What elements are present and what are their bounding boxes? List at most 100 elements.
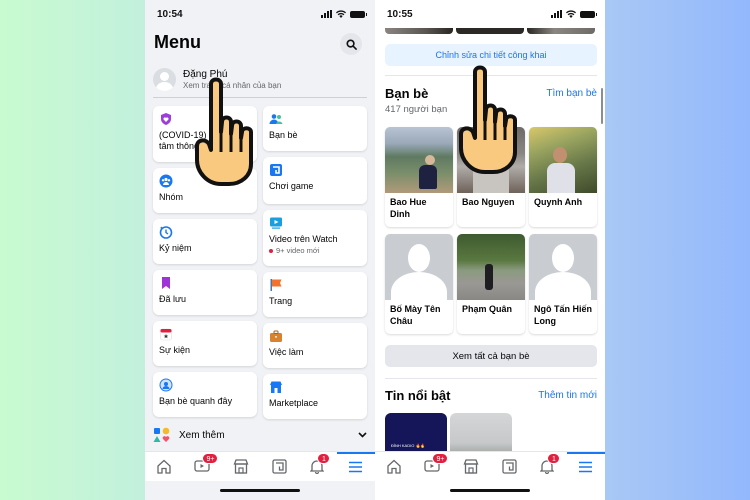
friend-name: Bao Hue Dinh xyxy=(390,197,427,219)
find-friends-link[interactable]: Tìm bạn bè xyxy=(546,88,597,99)
tab-menu[interactable] xyxy=(336,451,375,479)
tab-gaming[interactable] xyxy=(267,455,291,479)
friend-card[interactable]: Quynh Anh xyxy=(529,127,597,227)
friend-card[interactable]: Bố Mày Tên Châu xyxy=(385,234,453,334)
signal-icon xyxy=(551,10,562,18)
notifications-badge: 1 xyxy=(317,452,331,464)
home-icon xyxy=(157,459,171,474)
see-more-label: Xem thêm xyxy=(179,429,225,441)
menu-icon xyxy=(579,461,593,472)
status-time: 10:54 xyxy=(157,8,183,20)
add-featured-link[interactable]: Thêm tin mới xyxy=(538,390,597,401)
shortcut-marketplace[interactable]: Marketplace xyxy=(263,374,367,419)
default-avatar xyxy=(385,234,453,300)
shortcut-label: Đã lưu xyxy=(159,294,187,304)
watch-badge: 9+ xyxy=(432,452,449,464)
shortcut-memories[interactable]: Kỷ niệm xyxy=(153,219,257,264)
tab-menu[interactable] xyxy=(566,451,605,479)
friends-section-title: Bạn bè xyxy=(385,86,429,101)
tab-home[interactable] xyxy=(152,455,176,479)
see-more-button[interactable]: Xem thêm xyxy=(153,423,367,447)
friend-name: Quynh Anh xyxy=(534,197,583,207)
friends-icon xyxy=(269,114,283,124)
shortcut-label: Kỷ niệm xyxy=(159,243,192,253)
shortcut-label: Bạn bè xyxy=(269,130,298,140)
friends-count: 417 người bạn xyxy=(385,104,448,115)
shortcut-friends[interactable]: Bạn bè xyxy=(263,106,367,151)
home-indicator xyxy=(220,489,300,492)
menu-screen: 10:54 Menu Đặng Phú Xem trang cá nhân củ… xyxy=(145,0,375,500)
shortcut-nearby-friends[interactable]: Bạn bè quanh đây xyxy=(153,372,257,417)
status-bar: 10:54 xyxy=(145,0,375,28)
memories-clock-icon xyxy=(159,226,173,239)
gaming-icon xyxy=(271,459,287,474)
tab-watch[interactable]: 9+ xyxy=(190,452,219,479)
edit-public-details-button[interactable]: Chỉnh sửa chi tiết công khai xyxy=(385,44,597,66)
covid-heart-shield-icon xyxy=(161,113,171,125)
battery-icon xyxy=(350,10,367,18)
nearby-friends-icon xyxy=(159,378,173,392)
status-bar: 10:55 xyxy=(375,0,605,28)
signal-icon xyxy=(321,10,332,18)
chevron-down-icon xyxy=(358,432,367,438)
tab-gaming[interactable] xyxy=(497,455,521,479)
shortcut-label: Trang xyxy=(269,296,293,306)
friend-card[interactable]: Ngô Tấn Hiến Long xyxy=(529,234,597,334)
friend-photo xyxy=(385,127,453,193)
pointing-hand-icon xyxy=(195,77,253,186)
friend-photo xyxy=(529,127,597,193)
shortcut-pages[interactable]: Trang xyxy=(263,272,367,317)
home-icon xyxy=(387,459,401,474)
tab-marketplace[interactable] xyxy=(229,455,253,479)
avatar xyxy=(153,67,176,91)
watch-new-videos: 9+ video mới xyxy=(269,246,361,255)
tab-notifications[interactable]: 1 xyxy=(305,452,331,479)
divider xyxy=(385,378,597,379)
shortcut-label: Bạn bè quanh đây xyxy=(159,396,233,406)
shortcut-watch[interactable]: Video trên Watch 9+ video mới xyxy=(263,210,367,266)
tab-notifications[interactable]: 1 xyxy=(535,452,561,479)
shortcut-label: Marketplace xyxy=(269,398,319,408)
wifi-icon xyxy=(336,10,346,18)
scrollbar[interactable] xyxy=(601,88,603,124)
home-indicator xyxy=(450,489,530,492)
friend-photo xyxy=(457,234,525,300)
shortcut-label: Video trên Watch xyxy=(269,234,338,244)
shortcut-saved[interactable]: Đã lưu xyxy=(153,270,257,315)
shortcut-gaming[interactable]: Chơi game xyxy=(263,157,367,204)
status-time: 10:55 xyxy=(387,8,413,20)
new-dot-icon xyxy=(269,248,273,253)
groups-icon xyxy=(159,174,173,188)
shortcut-label: Việc làm xyxy=(269,347,304,357)
menu-icon xyxy=(349,461,363,472)
shortcut-label: Chơi game xyxy=(269,181,314,191)
see-all-friends-button[interactable]: Xem tất cả bạn bè xyxy=(385,345,597,367)
marketplace-shop-icon xyxy=(270,381,282,393)
search-button[interactable] xyxy=(340,33,362,55)
watch-badge: 9+ xyxy=(202,452,219,464)
bottom-tab-bar: 9+ 1 xyxy=(145,451,375,481)
saved-bookmark-icon xyxy=(162,277,170,289)
marketplace-icon xyxy=(233,459,249,474)
tab-marketplace[interactable] xyxy=(459,455,483,479)
bottom-tab-bar: 9+ 1 xyxy=(375,451,605,481)
shortcut-events[interactable]: Sự kiện xyxy=(153,321,257,366)
friend-card[interactable]: Bao Hue Dinh xyxy=(385,127,453,227)
profile-screen: 10:55 Chỉnh sửa chi tiết công khai Bạn b… xyxy=(375,0,605,500)
page-title: Menu xyxy=(154,32,201,52)
gaming-icon xyxy=(270,164,282,176)
story-caption: ĐÌNH KADIO 🔥🔥 xyxy=(391,443,426,448)
friend-card[interactable]: Phạm Quân xyxy=(457,234,525,334)
featured-section-title: Tin nổi bật xyxy=(385,388,451,403)
default-avatar xyxy=(529,234,597,300)
shortcut-jobs[interactable]: Việc làm xyxy=(263,323,367,368)
tab-home[interactable] xyxy=(382,455,406,479)
marketplace-icon xyxy=(463,459,479,474)
wifi-icon xyxy=(566,10,576,18)
see-more-shapes-icon xyxy=(153,427,170,442)
jobs-briefcase-icon xyxy=(270,330,282,342)
gaming-icon xyxy=(501,459,517,474)
pages-flag-icon xyxy=(270,279,282,291)
tab-watch[interactable]: 9+ xyxy=(420,452,449,479)
search-icon xyxy=(345,38,357,50)
